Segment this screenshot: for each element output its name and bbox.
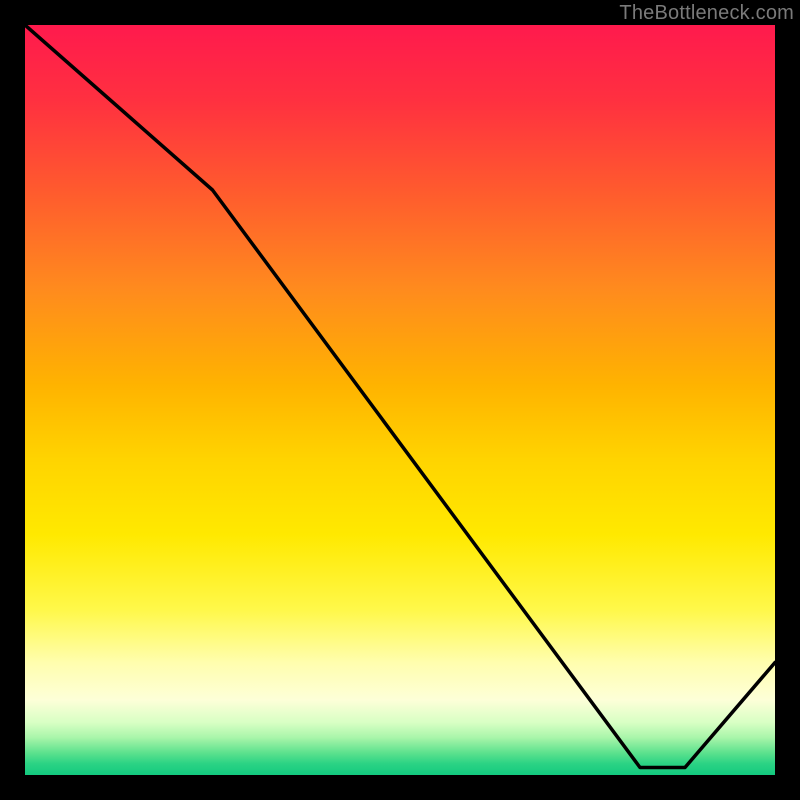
border-left [0, 0, 25, 800]
plot-area [25, 25, 775, 775]
chart-frame: TheBottleneck.com [0, 0, 800, 800]
border-right [775, 0, 800, 800]
watermark-text: TheBottleneck.com [619, 2, 794, 25]
border-bottom [0, 775, 800, 800]
series-curve [25, 25, 775, 768]
line-chart-svg [25, 25, 775, 775]
